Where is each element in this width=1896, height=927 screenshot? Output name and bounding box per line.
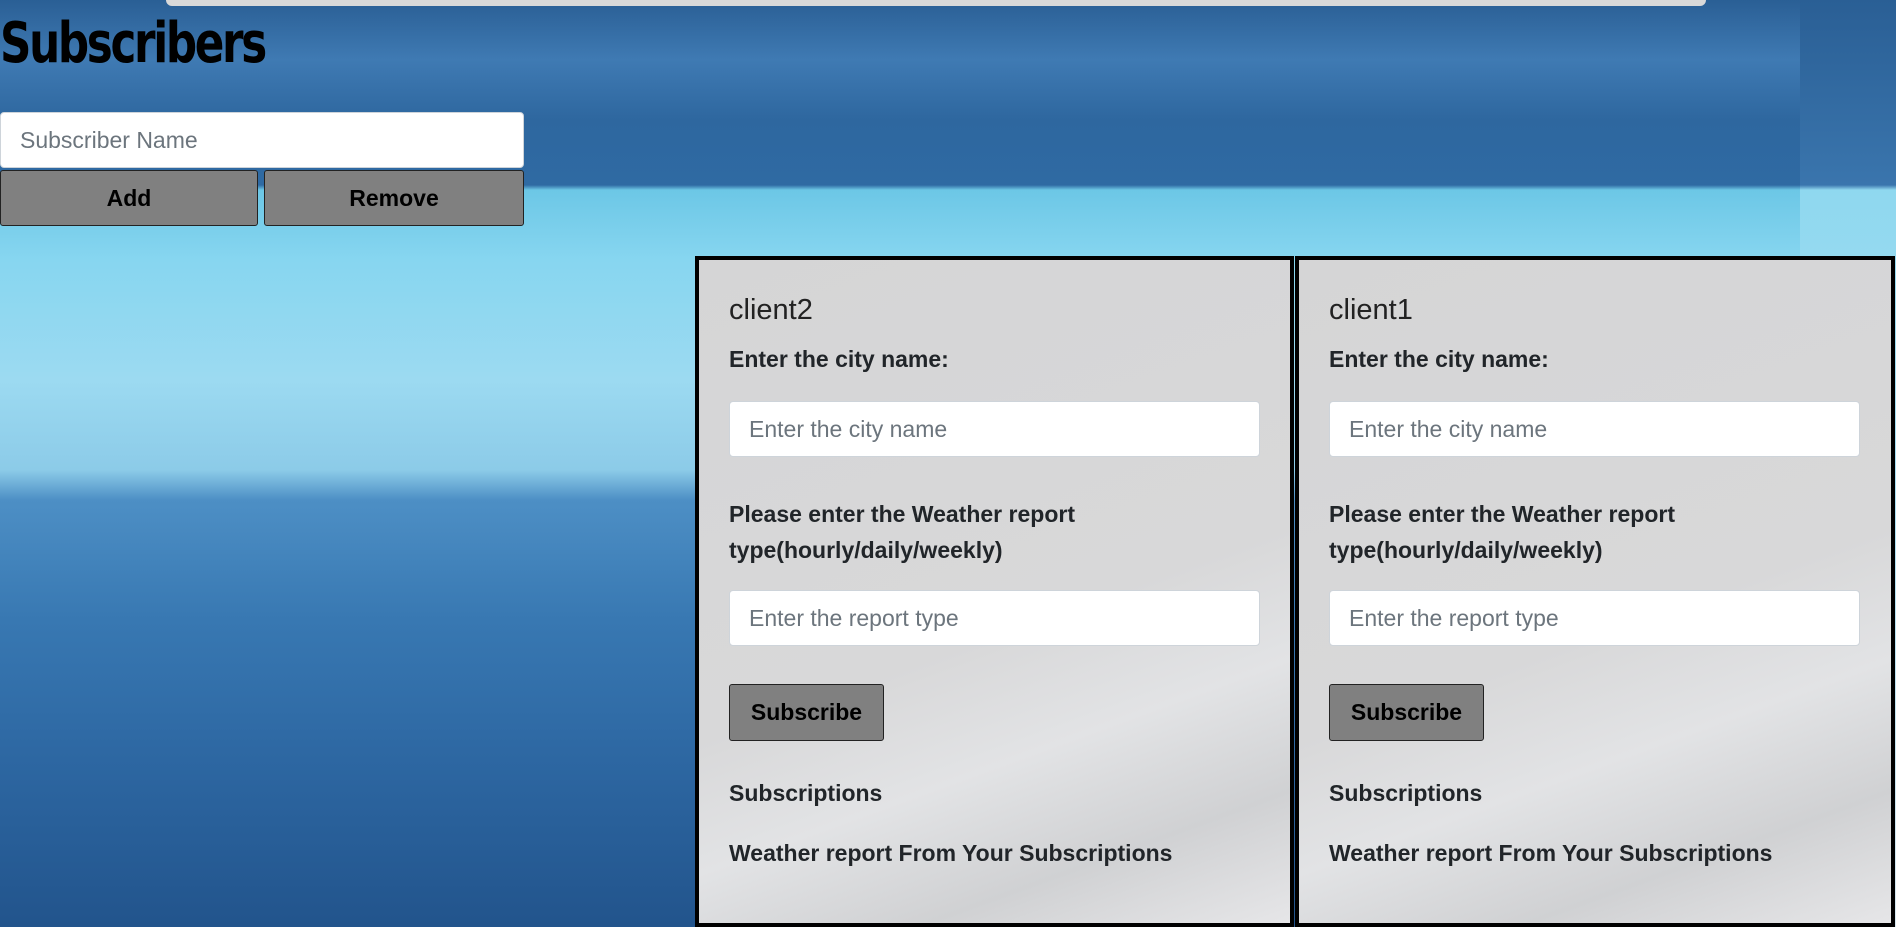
browser-address-bar-edge (166, 0, 1706, 6)
report-type-input[interactable] (1329, 590, 1860, 646)
report-type-input[interactable] (729, 590, 1260, 646)
city-input[interactable] (1329, 401, 1860, 457)
city-label: Enter the city name: (729, 346, 949, 372)
add-button[interactable]: Add (0, 170, 258, 226)
city-label: Enter the city name: (1329, 346, 1549, 372)
subscribe-button[interactable]: Subscribe (729, 684, 884, 741)
subscriptions-heading: Subscriptions (1329, 780, 1483, 806)
city-input[interactable] (729, 401, 1260, 457)
report-type-label: Please enter the Weather report type(hou… (729, 501, 1075, 563)
weather-report-heading: Weather report From Your Subscriptions (729, 840, 1173, 866)
client-name: client2 (729, 294, 813, 326)
client-card: client1 Enter the city name: Please ente… (1295, 256, 1895, 927)
weather-report-heading: Weather report From Your Subscriptions (1329, 840, 1773, 866)
client-card: client2 Enter the city name: Please ente… (695, 256, 1294, 927)
client-name: client1 (1329, 294, 1413, 326)
report-type-label: Please enter the Weather report type(hou… (1329, 501, 1675, 563)
remove-button[interactable]: Remove (264, 170, 524, 226)
subscriber-name-input[interactable] (0, 112, 524, 168)
page-title: Subscribers (0, 11, 267, 76)
subscribe-button[interactable]: Subscribe (1329, 684, 1484, 741)
subscriptions-heading: Subscriptions (729, 780, 883, 806)
